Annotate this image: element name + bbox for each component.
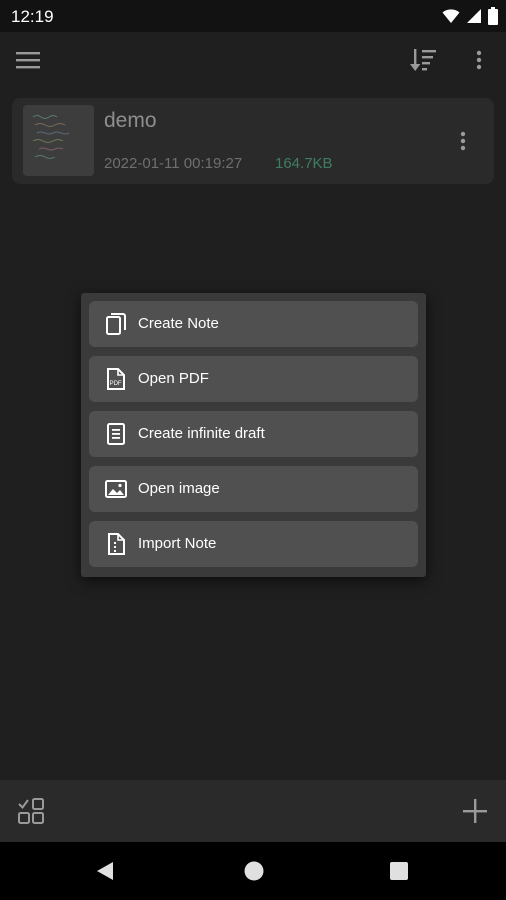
more-vert-icon[interactable]: [463, 44, 495, 76]
status-bar: 12:19: [0, 0, 506, 32]
note-card[interactable]: demo 2022-01-11 00:19:27 164.7KB: [12, 98, 494, 184]
home-circle-icon[interactable]: [243, 860, 265, 882]
menu-item-label: Import Note: [138, 535, 217, 552]
menu-item-label: Create Note: [138, 315, 219, 332]
back-triangle-icon[interactable]: [94, 860, 116, 882]
status-icons: [442, 7, 498, 25]
status-time: 12:19: [11, 7, 54, 26]
svg-text:PDF: PDF: [110, 381, 122, 387]
note-thumbnail: [23, 105, 94, 176]
note-date: 2022-01-11 00:19:27: [104, 155, 243, 172]
menu-item-import-note[interactable]: Import Note: [89, 521, 418, 567]
menu-item-label: Open image: [138, 480, 220, 497]
menu-item-label: Open PDF: [138, 370, 209, 387]
system-nav-bar: [0, 842, 506, 900]
note-more-icon[interactable]: [452, 126, 474, 156]
sort-icon[interactable]: [408, 44, 440, 76]
menu-item-create-infinite-draft[interactable]: Create infinite draft: [89, 411, 418, 457]
pdf-file-icon: PDF: [107, 368, 125, 390]
note-title: demo: [104, 109, 157, 132]
create-menu: Create Note PDF Open PDF Create infinite…: [81, 293, 426, 577]
wifi-icon: [442, 9, 460, 23]
app-bar: [0, 32, 506, 88]
note-size: 164.7KB: [275, 155, 333, 172]
menu-item-create-note[interactable]: Create Note: [89, 301, 418, 347]
import-file-icon: [108, 533, 125, 555]
checklist-grid-icon[interactable]: [16, 796, 46, 826]
copy-pages-icon: [106, 313, 126, 335]
plus-icon[interactable]: [460, 796, 490, 826]
signal-icon: [467, 9, 481, 23]
bottom-action-bar: [0, 780, 506, 842]
recents-square-icon[interactable]: [389, 861, 409, 881]
image-icon: [105, 480, 127, 498]
menu-item-open-pdf[interactable]: PDF Open PDF: [89, 356, 418, 402]
hamburger-menu-icon[interactable]: [12, 44, 44, 76]
menu-item-open-image[interactable]: Open image: [89, 466, 418, 512]
battery-icon: [488, 7, 498, 25]
document-lines-icon: [107, 423, 125, 445]
menu-item-label: Create infinite draft: [138, 425, 265, 442]
